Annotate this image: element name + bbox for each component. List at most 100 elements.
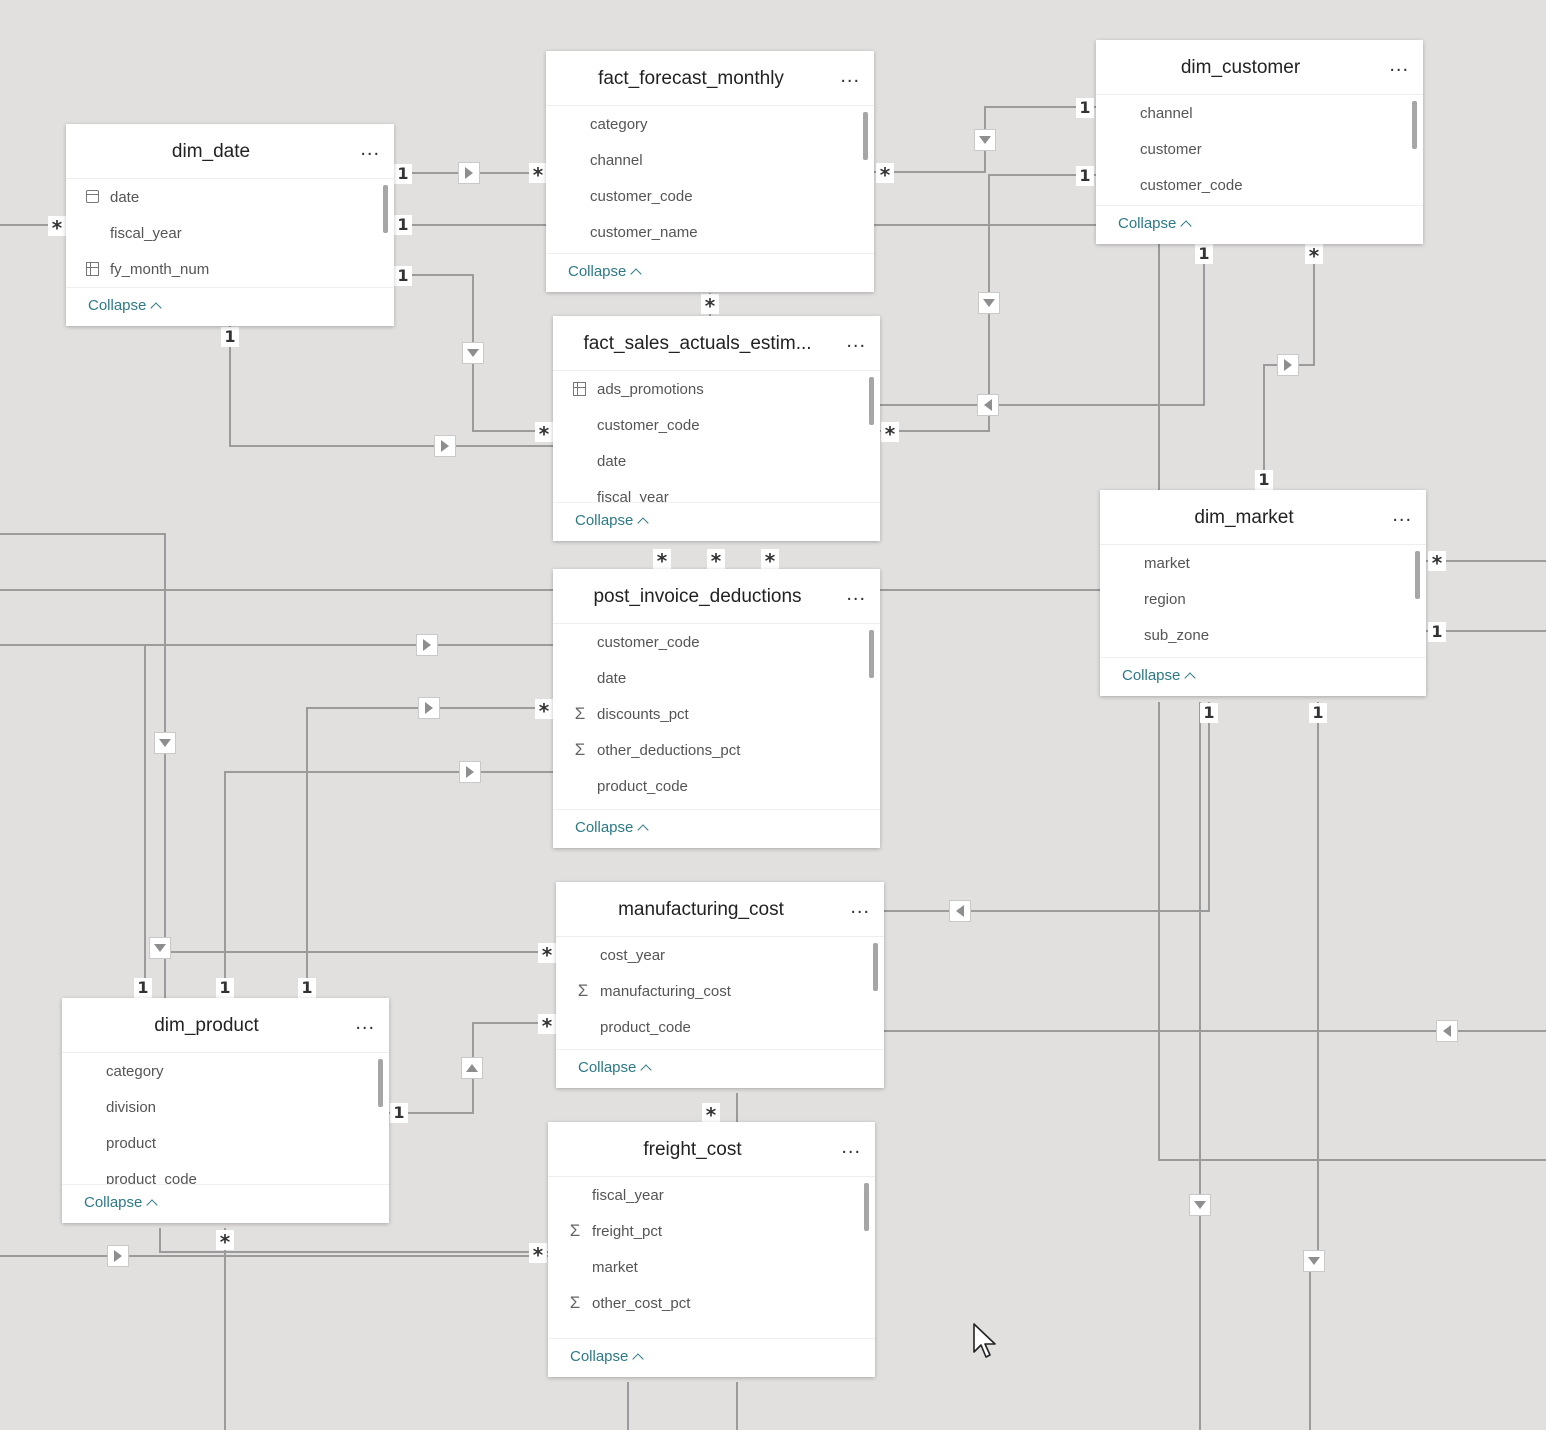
table-card-fact-sales-actuals-estim[interactable]: fact_sales_actuals_estim...... ads_promot…: [553, 316, 880, 541]
more-options-icon[interactable]: ...: [841, 1122, 861, 1172]
scrollbar[interactable]: [869, 377, 874, 425]
field-row[interactable]: fy_month_num: [66, 251, 394, 287]
table-card-post-invoice-deductions[interactable]: post_invoice_deductions... customer_coded…: [553, 569, 880, 848]
more-options-icon[interactable]: ...: [1392, 490, 1412, 540]
more-options-icon[interactable]: ...: [846, 316, 866, 366]
field-row[interactable]: division: [62, 1089, 389, 1125]
field-row[interactable]: customer_code: [553, 624, 880, 660]
scrollbar[interactable]: [873, 943, 878, 991]
table-header[interactable]: dim_customer...: [1096, 40, 1423, 95]
field-row[interactable]: Σmanufacturing_cost: [556, 973, 884, 1009]
field-name: fy_month_num: [110, 261, 210, 278]
more-options-icon[interactable]: ...: [846, 569, 866, 619]
field-row[interactable]: Σdiscounts_pct: [553, 696, 880, 732]
field-list[interactable]: fiscal_year Σfreight_pct market Σother_cost…: [548, 1177, 875, 1338]
field-row[interactable]: date: [553, 660, 880, 696]
table-header[interactable]: manufacturing_cost...: [556, 882, 884, 937]
table-card-freight-cost[interactable]: freight_cost... fiscal_year Σfreight_pct ma…: [548, 1122, 875, 1377]
scrollbar[interactable]: [869, 630, 874, 678]
field-list[interactable]: cost_year Σmanufacturing_cost product_code: [556, 937, 884, 1049]
field-list[interactable]: ads_promotions customer_codedate fiscal_ye…: [553, 371, 880, 502]
more-options-icon[interactable]: ...: [850, 882, 870, 932]
field-row[interactable]: channel: [1096, 95, 1423, 131]
table-title: dim_date: [171, 141, 251, 162]
sigma-icon: Σ: [574, 704, 586, 723]
table-card-fact-forecast-monthly[interactable]: fact_forecast_monthly... category channel c…: [546, 51, 874, 292]
collapse-button[interactable]: Collapse: [546, 253, 874, 292]
table-title: manufacturing_cost: [618, 899, 784, 920]
field-list[interactable]: category channel customer_code customer_nam…: [546, 106, 874, 253]
field-row[interactable]: product_code: [556, 1009, 884, 1045]
field-row[interactable]: fiscal_year: [548, 1177, 875, 1213]
field-row[interactable]: fiscal_year: [66, 215, 394, 251]
field-row[interactable]: fiscal_year: [553, 479, 880, 502]
more-options-icon[interactable]: ...: [355, 998, 375, 1048]
field-row[interactable]: customer: [1096, 131, 1423, 167]
collapse-button[interactable]: Collapse: [556, 1049, 884, 1088]
field-list[interactable]: category division product product_code: [62, 1053, 389, 1184]
field-row[interactable]: customer_name: [546, 214, 874, 250]
filter-direction-left-icon: [949, 900, 971, 922]
field-list[interactable]: channel customer customer_code: [1096, 95, 1423, 205]
field-name: customer_code: [597, 417, 700, 434]
scrollbar[interactable]: [863, 112, 868, 160]
field-row[interactable]: product_code: [553, 768, 880, 804]
field-row[interactable]: customer_code: [553, 407, 880, 443]
scrollbar[interactable]: [378, 1059, 383, 1107]
field-row[interactable]: date: [553, 443, 880, 479]
collapse-button[interactable]: Collapse: [62, 1184, 389, 1223]
table-header[interactable]: dim_market...: [1100, 490, 1426, 545]
collapse-label: Collapse: [575, 512, 634, 529]
field-row[interactable]: market: [548, 1249, 875, 1285]
more-options-icon[interactable]: ...: [840, 51, 860, 101]
field-row[interactable]: category: [546, 106, 874, 142]
field-row[interactable]: ads_promotions: [553, 371, 880, 407]
field-list[interactable]: customer_codedate Σdiscounts_pct Σother_de…: [553, 624, 880, 809]
field-row[interactable]: customer_code: [546, 178, 874, 214]
table-header[interactable]: dim_product...: [62, 998, 389, 1053]
field-row[interactable]: Σfreight_pct: [548, 1213, 875, 1249]
field-row[interactable]: Σother_cost_pct: [548, 1285, 875, 1321]
scrollbar[interactable]: [864, 1183, 869, 1231]
table-header[interactable]: freight_cost...: [548, 1122, 875, 1177]
field-name: date: [597, 670, 627, 687]
collapse-button[interactable]: Collapse: [1100, 657, 1426, 696]
field-list[interactable]: market region sub_zone: [1100, 545, 1426, 657]
table-card-dim-product[interactable]: dim_product... category division product pro…: [62, 998, 389, 1223]
table-header[interactable]: fact_forecast_monthly...: [546, 51, 874, 106]
field-row[interactable]: region: [1100, 581, 1426, 617]
scrollbar[interactable]: [383, 185, 388, 233]
cardinality-many: *: [1305, 244, 1323, 268]
more-options-icon[interactable]: ...: [360, 124, 380, 174]
scrollbar[interactable]: [1412, 101, 1417, 149]
table-header[interactable]: post_invoice_deductions...: [553, 569, 880, 624]
field-name: date: [597, 453, 627, 470]
collapse-button[interactable]: Collapse: [548, 1338, 875, 1377]
table-card-dim-market[interactable]: dim_market... market region sub_zone Collaps…: [1100, 490, 1426, 696]
more-options-icon[interactable]: ...: [1389, 40, 1409, 90]
scrollbar[interactable]: [1415, 551, 1420, 599]
field-row[interactable]: sub_zone: [1100, 617, 1426, 653]
collapse-button[interactable]: Collapse: [1096, 205, 1423, 244]
collapse-button[interactable]: Collapse: [553, 809, 880, 848]
table-card-dim-customer[interactable]: dim_customer... channel customer customer_c…: [1096, 40, 1423, 244]
field-row[interactable]: product: [62, 1125, 389, 1161]
collapse-button[interactable]: Collapse: [553, 502, 880, 541]
field-row[interactable]: channel: [546, 142, 874, 178]
table-header[interactable]: fact_sales_actuals_estim......: [553, 316, 880, 371]
field-row[interactable]: Σother_deductions_pct: [553, 732, 880, 768]
table-header[interactable]: dim_date...: [66, 124, 394, 179]
field-row[interactable]: customer_code: [1096, 167, 1423, 203]
field-row[interactable]: market: [1100, 545, 1426, 581]
table-card-dim-date[interactable]: dim_date... date fiscal_year fy_month_num Co…: [66, 124, 394, 326]
cardinality-many: *: [1428, 551, 1446, 575]
field-row[interactable]: date: [66, 179, 394, 215]
cardinality-one: 1: [1195, 244, 1213, 264]
field-row[interactable]: product_code: [62, 1161, 389, 1184]
collapse-button[interactable]: Collapse: [66, 287, 394, 326]
field-row[interactable]: category: [62, 1053, 389, 1089]
field-list[interactable]: date fiscal_year fy_month_num: [66, 179, 394, 287]
cardinality-many: *: [216, 1230, 234, 1254]
field-row[interactable]: cost_year: [556, 937, 884, 973]
table-card-manufacturing-cost[interactable]: manufacturing_cost... cost_year Σmanufactu…: [556, 882, 884, 1088]
